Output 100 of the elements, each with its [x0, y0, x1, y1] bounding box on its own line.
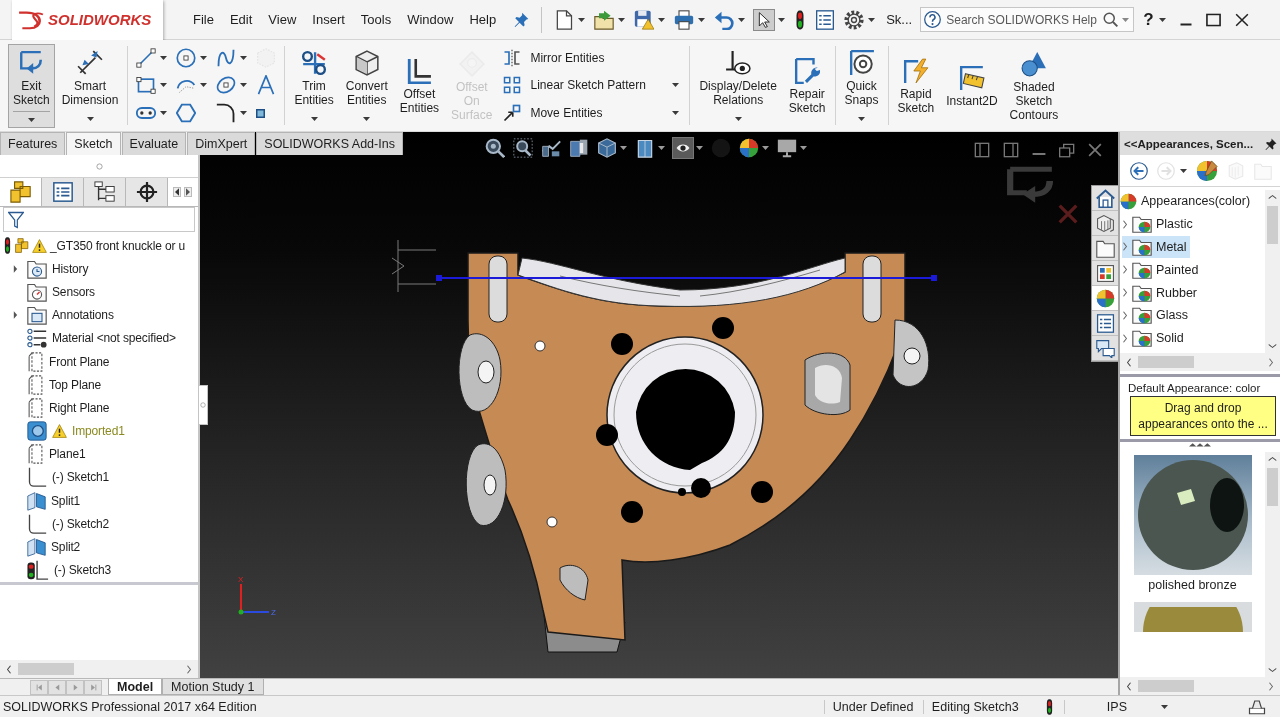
instant2d-button[interactable]: Instant2D — [941, 44, 1003, 128]
sketch-line[interactable] — [436, 275, 937, 281]
tree-item[interactable]: Material <not specified> — [0, 326, 198, 350]
caret-icon[interactable] — [672, 83, 680, 88]
zoom-to-fit-icon[interactable] — [485, 138, 505, 158]
tab[interactable]: Evaluate — [121, 132, 187, 155]
tree-item[interactable]: Split1 — [0, 489, 198, 513]
scrollbar-thumb[interactable] — [1138, 356, 1194, 368]
tree-item[interactable]: Painted — [1122, 258, 1202, 282]
monitor-icon[interactable] — [777, 138, 797, 158]
tile-left-icon[interactable] — [974, 142, 990, 158]
tree-item[interactable]: (-) Sketch3 — [0, 558, 198, 582]
scrollbar-thumb[interactable] — [1138, 680, 1194, 692]
repair-sketch-button[interactable]: Repair Sketch — [783, 44, 831, 128]
scroll-left-icon[interactable] — [174, 188, 180, 196]
menu-item[interactable]: View — [260, 12, 305, 27]
ball-pencil-icon[interactable] — [1196, 159, 1218, 182]
caret-icon[interactable] — [658, 146, 665, 150]
quick-snaps-button[interactable]: Quick Snaps — [839, 44, 884, 128]
caret-icon[interactable] — [160, 111, 168, 116]
tree-item[interactable]: Front Plane — [0, 349, 198, 374]
expand-chevron-icon[interactable] — [1122, 242, 1128, 252]
tree-item[interactable]: Plane1 — [0, 442, 198, 466]
expand-chevron-icon[interactable] — [1122, 219, 1128, 229]
caret-icon[interactable] — [240, 111, 248, 116]
traffic-light-icon[interactable] — [794, 9, 807, 30]
scroll-right-icon[interactable] — [186, 664, 192, 674]
move-entities-button[interactable]: Move Entities — [503, 104, 603, 123]
tree-item[interactable]: Metal — [1122, 235, 1190, 259]
caret-icon[interactable] — [762, 146, 769, 150]
expand-chevron-icon[interactable] — [1122, 265, 1128, 275]
task-pane-tab[interactable] — [1092, 186, 1118, 211]
tree-item[interactable]: History — [0, 257, 198, 281]
panel-tab[interactable] — [42, 178, 84, 206]
scroll-down-icon[interactable] — [1268, 343, 1277, 349]
caret-icon[interactable] — [1158, 17, 1166, 22]
caret-icon[interactable] — [658, 17, 666, 22]
scroll-right-icon[interactable] — [1268, 681, 1274, 691]
menu-item[interactable]: File — [185, 12, 222, 27]
caret-icon[interactable] — [620, 146, 627, 150]
caret-icon[interactable] — [160, 83, 168, 88]
exit-sketch-button[interactable]: Exit Sketch — [8, 44, 55, 128]
search-icon[interactable] — [1103, 12, 1119, 27]
filter-field[interactable] — [3, 207, 195, 232]
thumbnail-backdrop[interactable] — [1133, 602, 1252, 632]
panel-handle[interactable] — [199, 385, 208, 425]
tray-icon[interactable] — [1248, 698, 1266, 715]
caret-icon[interactable] — [1161, 704, 1168, 709]
tree-item[interactable]: Annotations — [0, 303, 198, 327]
vertical-scrollbar[interactable] — [1265, 452, 1280, 677]
tree-item[interactable]: Plastic — [1122, 212, 1196, 236]
scrollbar-thumb[interactable] — [1267, 468, 1278, 506]
new-document-icon[interactable] — [554, 9, 575, 30]
tree-item[interactable]: _GT350 front knuckle or u — [0, 234, 198, 258]
offset-entities-button[interactable]: Offset Entities — [394, 44, 445, 128]
menu-item[interactable]: Tools — [352, 12, 400, 27]
display-style-icon[interactable] — [635, 138, 655, 158]
caret-icon[interactable] — [240, 83, 248, 88]
caret-icon[interactable] — [240, 55, 248, 60]
tree-item[interactable]: Split2 — [0, 535, 198, 559]
scroll-right-icon[interactable] — [1268, 357, 1274, 367]
spline-icon[interactable] — [216, 47, 237, 68]
vertical-scrollbar[interactable] — [1265, 190, 1280, 353]
menu-item[interactable]: Window — [399, 12, 462, 27]
close-icon[interactable] — [1234, 12, 1249, 27]
rapid-sketch-button[interactable]: Rapid Sketch — [892, 44, 940, 128]
expand-chevron-icon[interactable] — [1122, 333, 1128, 343]
scrollbar-thumb[interactable] — [18, 663, 74, 675]
tree-item[interactable]: Glass — [1122, 304, 1191, 327]
tab[interactable]: SOLIDWORKS Add-Ins — [256, 132, 403, 155]
zoom-area-icon[interactable] — [513, 138, 533, 158]
line-icon[interactable] — [136, 47, 157, 68]
tab[interactable]: Motion Study 1 — [162, 679, 264, 695]
scroll-right-icon[interactable] — [185, 188, 191, 196]
horizontal-scrollbar[interactable] — [1120, 677, 1280, 695]
tile-right-icon[interactable] — [1003, 142, 1019, 158]
menu-item[interactable]: Edit — [221, 12, 261, 27]
scrollbar-thumb[interactable] — [1267, 206, 1278, 244]
shaded-contours-button[interactable]: Shaded Sketch Contours — [1004, 44, 1064, 128]
caret-icon[interactable] — [696, 146, 703, 150]
properties-list-icon[interactable] — [815, 9, 836, 30]
print-icon[interactable] — [674, 9, 695, 30]
scroll-left-icon[interactable] — [1126, 357, 1132, 367]
pin-icon[interactable] — [1265, 137, 1277, 150]
mirror-entities-button[interactable]: Mirror Entities — [503, 48, 605, 67]
eye-icon[interactable] — [673, 138, 693, 158]
open-folder-icon[interactable] — [594, 9, 615, 30]
tree-item[interactable]: Right Plane — [0, 396, 198, 420]
restore-icon[interactable] — [1059, 142, 1075, 158]
panel-tab[interactable] — [126, 178, 168, 206]
panel-tab[interactable] — [84, 178, 126, 206]
view-chart-icon[interactable] — [541, 138, 561, 158]
back-icon[interactable] — [1130, 161, 1148, 180]
help-button[interactable]: ? — [1143, 9, 1154, 30]
search-field[interactable]: Search SOLIDWORKS Help — [920, 7, 1135, 32]
expand-arrow-icon[interactable] — [12, 264, 18, 273]
task-pane-tab[interactable] — [1092, 311, 1118, 336]
caret-icon[interactable] — [778, 17, 786, 22]
tree-item[interactable]: Top Plane — [0, 373, 198, 397]
tree-item[interactable]: Sensors — [0, 280, 198, 304]
